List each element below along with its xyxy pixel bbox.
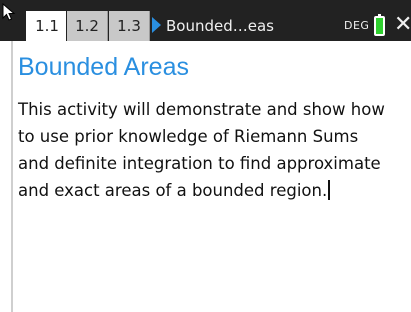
page-left-edge	[11, 41, 13, 312]
body-line-last-text: and exact areas of a bounded region.	[18, 181, 328, 200]
tab-1-2[interactable]: 1.2	[67, 11, 108, 41]
notes-text-area[interactable]: This activity will demonstrate and show …	[18, 96, 406, 204]
pointer-icon	[2, 3, 16, 21]
body-line: to use prior knowledge of Riemann Sums	[18, 127, 359, 146]
body-line: and definite integration to find approxi…	[18, 154, 381, 173]
top-tab-bar: 1.1 1.2 1.3 Bounded…eas DEG ✕	[0, 0, 411, 41]
angle-mode-indicator: DEG	[344, 19, 370, 32]
page-title: Bounded Areas	[18, 53, 189, 81]
body-line-last: and exact areas of a bounded region.	[18, 177, 406, 204]
close-icon[interactable]: ✕	[394, 13, 411, 37]
document-marker-icon	[152, 17, 161, 33]
body-line: This activity will demonstrate and show …	[18, 100, 385, 119]
battery-icon	[374, 14, 385, 36]
tab-1-3[interactable]: 1.3	[109, 11, 150, 41]
document-name[interactable]: Bounded…eas	[166, 11, 274, 41]
text-cursor	[328, 180, 331, 200]
tab-1-1[interactable]: 1.1	[26, 11, 66, 41]
